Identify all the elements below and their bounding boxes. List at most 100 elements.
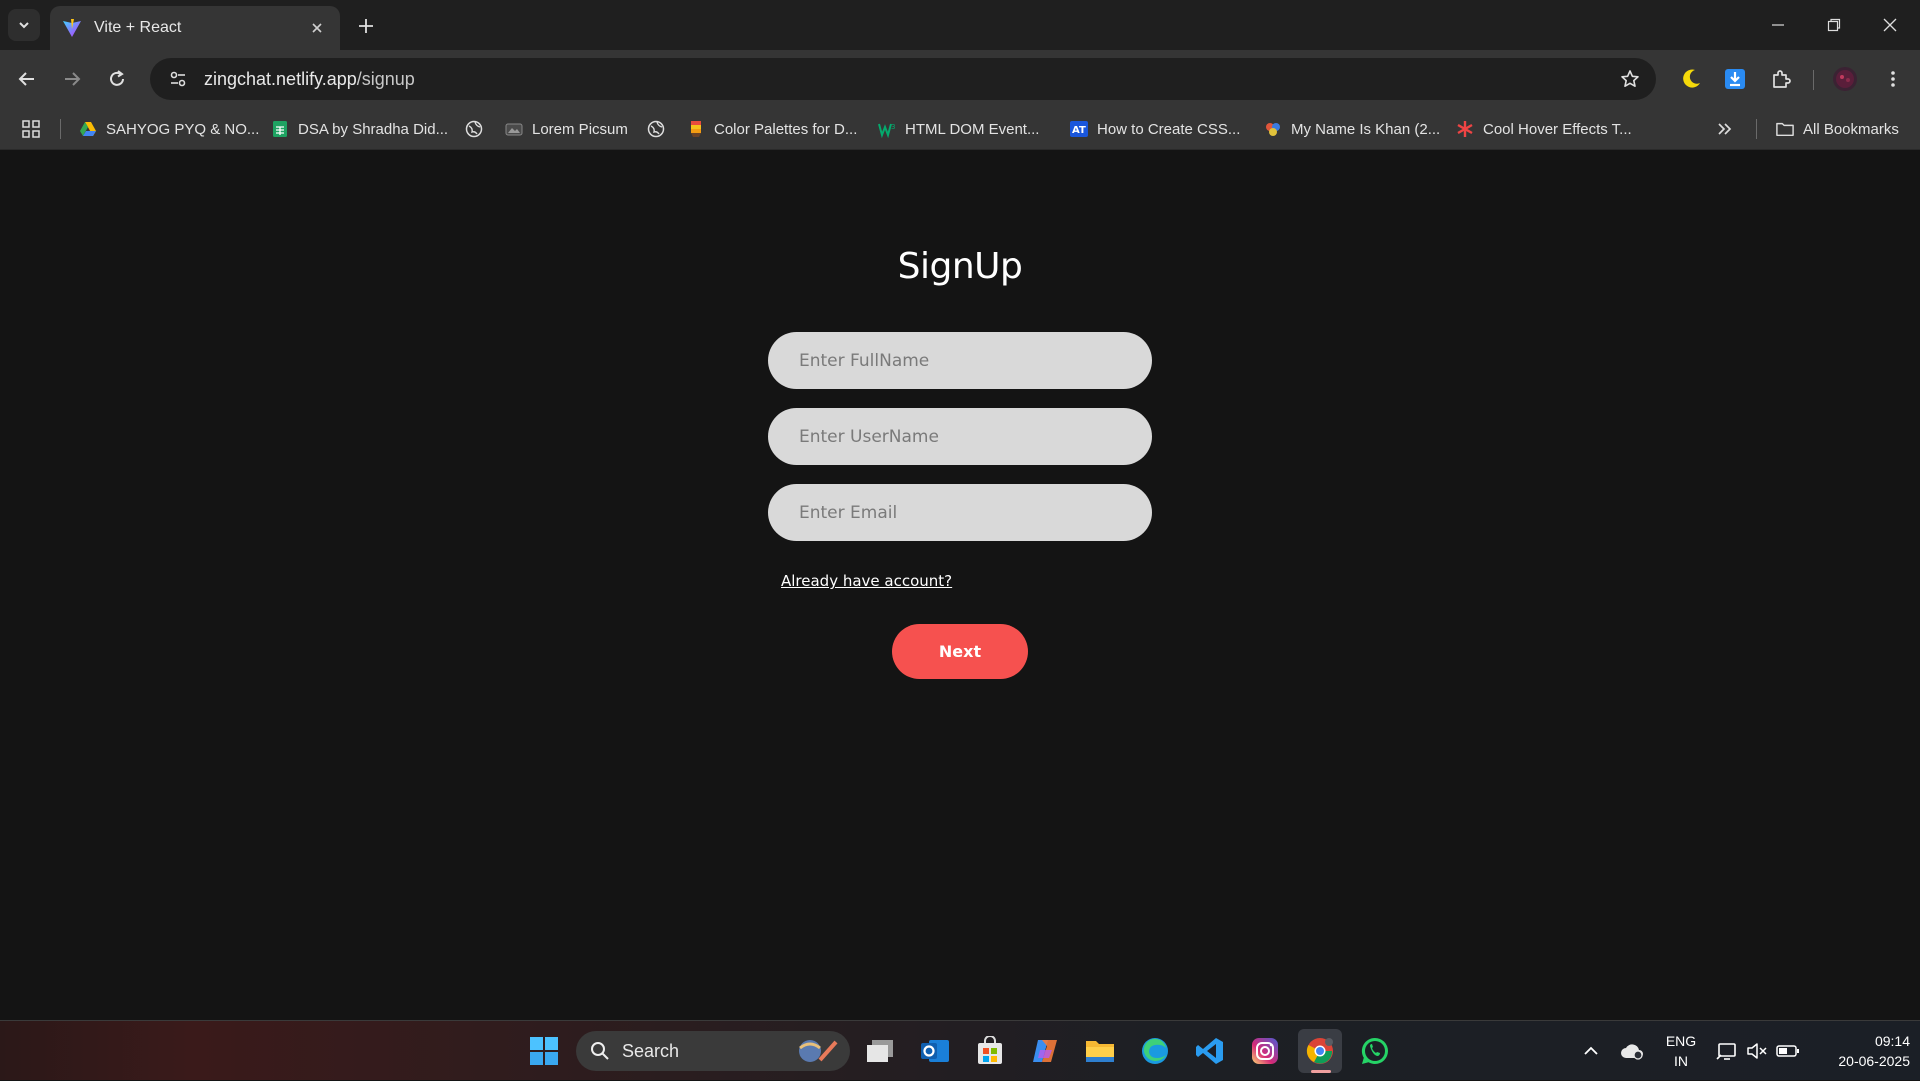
tab-active[interactable]: Vite + React: [50, 6, 340, 50]
chrome-icon: [1306, 1038, 1333, 1064]
search-icon: [591, 1042, 609, 1060]
bookmark-label: DSA by Shradha Did...: [298, 120, 449, 138]
new-tab-button[interactable]: [352, 12, 380, 40]
instagram-icon: [1252, 1038, 1278, 1064]
battery-icon: [1776, 1045, 1799, 1057]
at-icon: AT: [1070, 120, 1088, 138]
tab-search-button[interactable]: [8, 9, 40, 41]
bookmarks-divider: [1756, 119, 1757, 139]
chevron-down-icon: [19, 22, 29, 29]
bookmark-item[interactable]: [647, 114, 674, 144]
battery-tray-button[interactable]: [1776, 1021, 1800, 1081]
apps-grid-icon: [22, 120, 40, 138]
sheets-icon: [271, 120, 289, 138]
folder-icon: [1086, 1041, 1114, 1062]
bookmark-item[interactable]: AT How to Create CSS...: [1070, 114, 1240, 144]
all-bookmarks-label: All Bookmarks: [1803, 120, 1899, 138]
volume-muted-icon: [1747, 1043, 1767, 1059]
asterisk-icon: [1456, 120, 1474, 138]
file-explorer-button[interactable]: [1078, 1029, 1122, 1073]
reload-button[interactable]: [101, 63, 133, 95]
chevron-up-icon: [1584, 1046, 1598, 1055]
copilot-button[interactable]: [1023, 1029, 1067, 1073]
taskbar-search[interactable]: Search: [576, 1031, 850, 1071]
bookmark-item[interactable]: My Name Is Khan (2...: [1264, 114, 1440, 144]
avatar-icon: [1833, 67, 1857, 91]
profile-button[interactable]: [1829, 63, 1861, 95]
copilot-icon: [1033, 1040, 1057, 1062]
reload-icon: [110, 70, 124, 86]
email-input[interactable]: [768, 484, 1152, 541]
edge-button[interactable]: [1133, 1029, 1177, 1073]
windows-icon: [530, 1037, 558, 1065]
extensions-button[interactable]: [1765, 63, 1797, 95]
network-tray-button[interactable]: [1716, 1021, 1738, 1081]
url-host: zingchat.netlify.app: [204, 68, 357, 89]
more-vertical-icon: [1891, 71, 1895, 87]
all-bookmarks-button[interactable]: All Bookmarks: [1776, 114, 1899, 144]
more-bookmarks-button[interactable]: [1715, 114, 1733, 144]
menu-button[interactable]: [1877, 63, 1909, 95]
whatsapp-icon: [1361, 1037, 1388, 1065]
bookmark-item[interactable]: Lorem Picsum: [505, 114, 628, 144]
fullname-input[interactable]: [768, 332, 1152, 389]
bookmark-item[interactable]: 3 HTML DOM Event...: [878, 114, 1039, 144]
forward-button[interactable]: [56, 63, 88, 95]
download-icon: [1725, 69, 1745, 89]
bookmark-label: Cool Hover Effects T...: [1483, 120, 1632, 138]
active-app-indicator: [1311, 1070, 1331, 1073]
arrow-left-icon: [18, 72, 34, 86]
vscode-icon: [1196, 1038, 1223, 1064]
region-label: IN: [1674, 1053, 1688, 1069]
instagram-button[interactable]: [1243, 1029, 1287, 1073]
volume-tray-button[interactable]: [1746, 1021, 1768, 1081]
apps-button[interactable]: [21, 114, 41, 144]
movie-icon: [1264, 120, 1282, 138]
bookmark-item[interactable]: Color Palettes for D...: [687, 114, 857, 144]
globe-icon: [465, 120, 483, 138]
site-info-button[interactable]: [158, 63, 198, 95]
address-bar[interactable]: zingchat.netlify.app/signup: [150, 58, 1656, 100]
task-view-icon: [867, 1040, 893, 1062]
bookmark-label: Color Palettes for D...: [714, 120, 858, 138]
browser-toolbar: zingchat.netlify.app/signup: [0, 50, 1920, 108]
username-input[interactable]: [768, 408, 1152, 465]
bookmark-item[interactable]: SAHYOG PYQ & NO...: [79, 114, 259, 144]
minimize-button[interactable]: [1750, 0, 1806, 50]
store-button[interactable]: [968, 1029, 1012, 1073]
tab-title: Vite + React: [94, 19, 182, 36]
bookmark-label: Lorem Picsum: [532, 120, 628, 138]
star-icon: [1621, 70, 1639, 87]
bookmark-item[interactable]: DSA by Shradha Did...: [271, 114, 448, 144]
close-tab-icon[interactable]: [306, 17, 328, 39]
clock[interactable]: 09:14 20-06-2025: [1810, 1031, 1910, 1071]
close-icon: [1883, 18, 1897, 32]
download-extension[interactable]: [1719, 63, 1751, 95]
start-button[interactable]: [522, 1029, 566, 1073]
page-content: SignUp Already have account? Next: [0, 151, 1920, 1020]
chrome-button[interactable]: [1298, 1029, 1342, 1073]
bookmark-label: HTML DOM Event...: [905, 120, 1040, 138]
bookmarks-divider: [60, 119, 61, 139]
bookmark-star-button[interactable]: [1612, 61, 1648, 97]
restore-button[interactable]: [1806, 0, 1862, 50]
bookmark-item[interactable]: Cool Hover Effects T...: [1456, 114, 1632, 144]
task-view-button[interactable]: [858, 1029, 902, 1073]
login-link[interactable]: Already have account?: [781, 572, 952, 590]
show-hidden-icons-button[interactable]: [1582, 1021, 1600, 1081]
taskbar: Search ENG IN 09:14 20-06-2025: [0, 1020, 1920, 1080]
outlook-button[interactable]: [913, 1029, 957, 1073]
page-title: SignUp: [897, 246, 1023, 287]
url-text[interactable]: zingchat.netlify.app/signup: [204, 69, 1612, 90]
google-drive-icon: [79, 120, 97, 138]
next-button[interactable]: Next: [892, 624, 1028, 679]
dark-reader-extension[interactable]: [1675, 63, 1707, 95]
close-window-button[interactable]: [1862, 0, 1918, 50]
whatsapp-button[interactable]: [1353, 1029, 1397, 1073]
palette-icon: [687, 120, 705, 138]
language-indicator[interactable]: ENG IN: [1656, 1031, 1706, 1071]
back-button[interactable]: [11, 63, 43, 95]
onedrive-tray-button[interactable]: [1620, 1021, 1644, 1081]
vscode-button[interactable]: [1188, 1029, 1232, 1073]
bookmark-item[interactable]: [465, 114, 492, 144]
